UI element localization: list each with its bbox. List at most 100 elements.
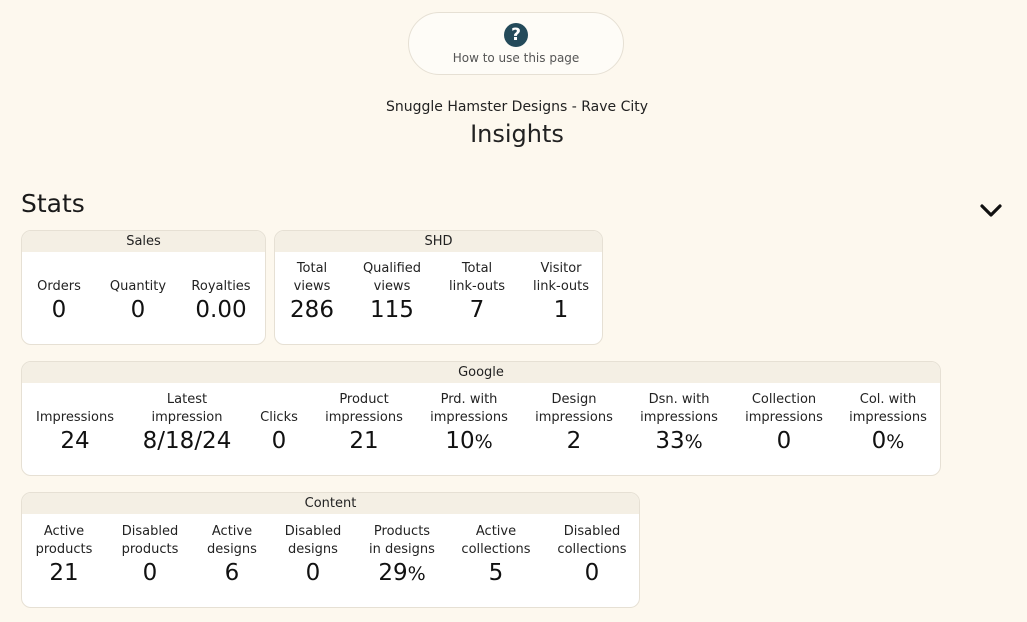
stat-latest-impression: Latest impression 8/18/24 bbox=[143, 391, 232, 456]
stat-label: impressions bbox=[325, 410, 403, 425]
stat-label: Latest bbox=[166, 392, 208, 407]
stat-label: Disabled bbox=[563, 524, 621, 539]
stat-label: Collection bbox=[751, 392, 817, 407]
stat-value: 33% bbox=[640, 427, 718, 457]
stat-value: 286 bbox=[290, 297, 334, 323]
stat-collections-with-impressions: Col. with impressions 0% bbox=[849, 391, 927, 457]
shd-card: SHD Total views 286 Qualified views 115 … bbox=[274, 230, 603, 345]
stat-value: 8/18/24 bbox=[142, 428, 232, 454]
stat-value: 0 bbox=[271, 428, 287, 454]
stat-label: impressions bbox=[535, 410, 613, 425]
stat-value: 115 bbox=[370, 297, 414, 323]
stat-value: 5 bbox=[488, 560, 504, 586]
stat-label: Active bbox=[43, 524, 85, 539]
stat-total-link-outs: Total link-outs 7 bbox=[449, 260, 505, 325]
stat-value: 2 bbox=[566, 428, 582, 454]
how-to-use-button[interactable]: ? How to use this page bbox=[408, 12, 624, 75]
stat-disabled-collections: Disabled collections 0 bbox=[557, 523, 626, 588]
content-card-title: Content bbox=[22, 493, 639, 514]
stat-number: 0 bbox=[871, 428, 887, 454]
stat-active-collections: Active collections 5 bbox=[461, 523, 530, 588]
stat-label: collections bbox=[461, 542, 531, 557]
stat-label: Product bbox=[339, 392, 389, 407]
stat-disabled-products: Disabled products 0 bbox=[122, 523, 179, 588]
stat-value: 6 bbox=[224, 560, 240, 586]
stat-label: Orders bbox=[37, 279, 81, 294]
stat-value: 0 bbox=[776, 428, 792, 454]
how-to-use-label: How to use this page bbox=[452, 51, 580, 65]
stat-label: impressions bbox=[745, 410, 823, 425]
stat-label: collections bbox=[557, 542, 627, 557]
stat-label: Clicks bbox=[260, 410, 298, 425]
stat-number: 29 bbox=[378, 560, 408, 586]
stat-total-views: Total views 286 bbox=[290, 260, 334, 325]
stat-label: Royalties bbox=[191, 279, 251, 294]
stat-value: 24 bbox=[60, 428, 90, 454]
stat-value: 29% bbox=[369, 559, 435, 589]
sales-card: Sales Orders 0 Quantity 0 Royalties 0.00 bbox=[21, 230, 266, 345]
stat-visitor-link-outs: Visitor link-outs 1 bbox=[533, 260, 589, 325]
percent-unit: % bbox=[474, 431, 493, 453]
stat-active-products: Active products 21 bbox=[36, 523, 93, 588]
stat-label bbox=[260, 391, 298, 409]
stat-value: 21 bbox=[349, 428, 379, 454]
stat-label: products bbox=[121, 542, 179, 557]
stat-value: 10% bbox=[430, 427, 508, 457]
stat-qualified-views: Qualified views 115 bbox=[363, 260, 421, 325]
stat-number: 33 bbox=[655, 428, 685, 454]
stat-label: Total bbox=[296, 261, 328, 276]
stat-products-with-impressions: Prd. with impressions 10% bbox=[430, 391, 508, 457]
stat-clicks: Clicks 0 bbox=[260, 391, 298, 456]
stat-product-impressions: Product impressions 21 bbox=[325, 391, 403, 456]
store-name: Snuggle Hamster Designs - Rave City bbox=[385, 99, 649, 115]
stat-label: impressions bbox=[640, 410, 718, 425]
google-card: Google Impressions 24 Latest impression … bbox=[21, 361, 941, 476]
stat-designs-with-impressions: Dsn. with impressions 33% bbox=[640, 391, 718, 457]
sales-card-title: Sales bbox=[22, 231, 265, 252]
percent-unit: % bbox=[886, 431, 905, 453]
content-card: Content Active products 21 Disabled prod… bbox=[21, 492, 640, 608]
stat-number: 10 bbox=[445, 428, 475, 454]
stat-label bbox=[36, 391, 114, 409]
stat-label: Qualified bbox=[362, 261, 422, 276]
stat-value: 0 bbox=[130, 297, 146, 323]
stat-value: 7 bbox=[469, 297, 485, 323]
stat-royalties: Royalties 0.00 bbox=[191, 278, 250, 325]
chevron-down-icon[interactable] bbox=[979, 203, 1003, 219]
stats-section-title: Stats bbox=[21, 189, 85, 218]
stat-label: impressions bbox=[849, 410, 927, 425]
stat-label: Total bbox=[461, 261, 493, 276]
stat-value: 0 bbox=[305, 560, 321, 586]
stat-label: views bbox=[293, 279, 331, 294]
stat-label: Quantity bbox=[109, 279, 167, 294]
stat-impressions: Impressions 24 bbox=[36, 391, 114, 456]
stat-active-designs: Active designs 6 bbox=[207, 523, 257, 588]
stat-label: views bbox=[373, 279, 411, 294]
stat-quantity: Quantity 0 bbox=[110, 278, 166, 325]
percent-unit: % bbox=[407, 563, 426, 585]
stat-label: Impressions bbox=[36, 410, 114, 425]
stat-label: Design bbox=[551, 392, 597, 407]
shd-card-title: SHD bbox=[275, 231, 602, 252]
stat-label: link-outs bbox=[533, 279, 589, 294]
stat-label: Prd. with bbox=[440, 392, 498, 407]
page-title: Insights bbox=[470, 120, 564, 148]
stat-label: Visitor bbox=[540, 261, 582, 276]
stat-label: Disabled bbox=[284, 524, 342, 539]
stat-value: 21 bbox=[49, 560, 79, 586]
stat-label: Active bbox=[475, 524, 517, 539]
stat-label: Dsn. with bbox=[648, 392, 710, 407]
stat-label: Active bbox=[211, 524, 253, 539]
google-card-title: Google bbox=[22, 362, 940, 383]
stat-collection-impressions: Collection impressions 0 bbox=[745, 391, 823, 456]
stat-label: designs bbox=[207, 542, 257, 557]
question-circle-icon: ? bbox=[504, 23, 528, 47]
stat-products-in-designs: Products in designs 29% bbox=[369, 523, 435, 589]
stat-value: 1 bbox=[553, 297, 569, 323]
stat-label: impression bbox=[151, 410, 223, 425]
stat-label: Col. with bbox=[859, 392, 917, 407]
stat-disabled-designs: Disabled designs 0 bbox=[285, 523, 341, 588]
stat-label: Disabled bbox=[121, 524, 179, 539]
stat-label: Products bbox=[373, 524, 431, 539]
stat-value: 0.00 bbox=[195, 297, 247, 323]
